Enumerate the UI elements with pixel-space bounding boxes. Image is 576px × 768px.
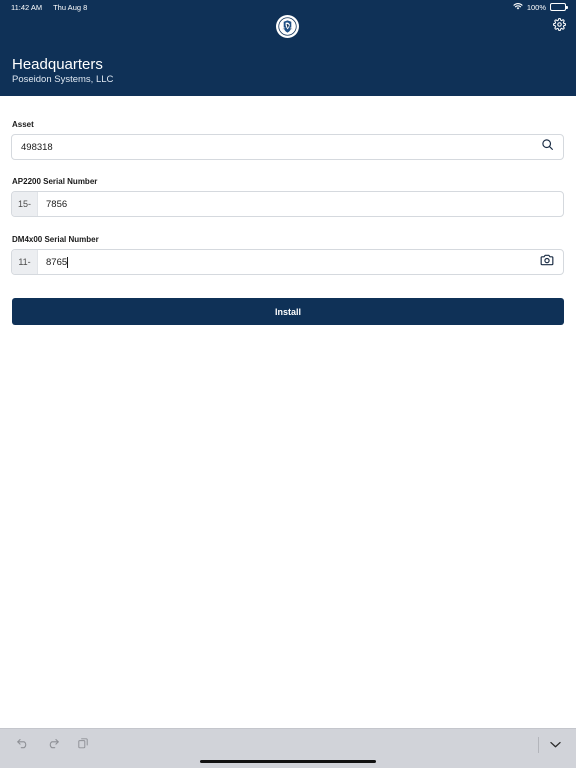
- dm4x00-serial-input[interactable]: 8765: [38, 250, 531, 274]
- status-bar: 11:42 AM Thu Aug 8 100%: [0, 0, 576, 16]
- dm4x00-field: 11- 8765: [11, 249, 564, 275]
- dm4x00-prefix: 11-: [12, 250, 38, 274]
- ap2200-prefix: 15-: [12, 192, 38, 216]
- page-title: Headquarters: [12, 56, 103, 73]
- undo-button[interactable]: [14, 737, 32, 753]
- app-header: 11:42 AM Thu Aug 8 100% Headquarters Pos…: [0, 0, 576, 96]
- camera-icon: [540, 253, 554, 271]
- asset-input[interactable]: [12, 135, 531, 159]
- status-time: 11:42 AM: [11, 3, 43, 12]
- asset-field: [11, 134, 564, 160]
- dm4x00-label: DM4x00 Serial Number: [12, 235, 99, 244]
- battery-icon: [550, 3, 568, 11]
- battery-percent: 100%: [526, 2, 546, 12]
- page-subtitle: Poseidon Systems, LLC: [12, 74, 114, 85]
- gear-icon: [552, 18, 566, 36]
- status-right: 100%: [513, 2, 568, 12]
- ap2200-serial-input[interactable]: [38, 192, 563, 216]
- dm4x00-scan-button[interactable]: [531, 250, 563, 274]
- asset-search-button[interactable]: [531, 135, 563, 159]
- shield-helmet-logo-icon: [276, 15, 299, 38]
- search-icon: [541, 138, 554, 156]
- redo-button[interactable]: [44, 737, 62, 753]
- keyboard-bar-divider: [538, 737, 539, 753]
- status-date: Thu Aug 8: [53, 3, 88, 12]
- wifi-icon: [513, 2, 523, 12]
- paste-icon: [77, 736, 89, 754]
- status-left: 11:42 AM Thu Aug 8: [11, 3, 96, 12]
- settings-button[interactable]: [550, 18, 568, 36]
- dm4x00-serial-value: 8765: [46, 256, 68, 268]
- home-indicator[interactable]: [200, 760, 376, 763]
- ap2200-field: 15-: [11, 191, 564, 217]
- install-button[interactable]: Install: [12, 298, 564, 325]
- asset-label: Asset: [12, 120, 34, 129]
- paste-button[interactable]: [74, 737, 92, 753]
- dismiss-keyboard-button[interactable]: [546, 737, 564, 753]
- chevron-down-icon: [549, 736, 562, 754]
- ap2200-label: AP2200 Serial Number: [12, 177, 98, 186]
- redo-icon: [46, 736, 60, 754]
- undo-icon: [16, 736, 30, 754]
- text-caret: [67, 256, 69, 268]
